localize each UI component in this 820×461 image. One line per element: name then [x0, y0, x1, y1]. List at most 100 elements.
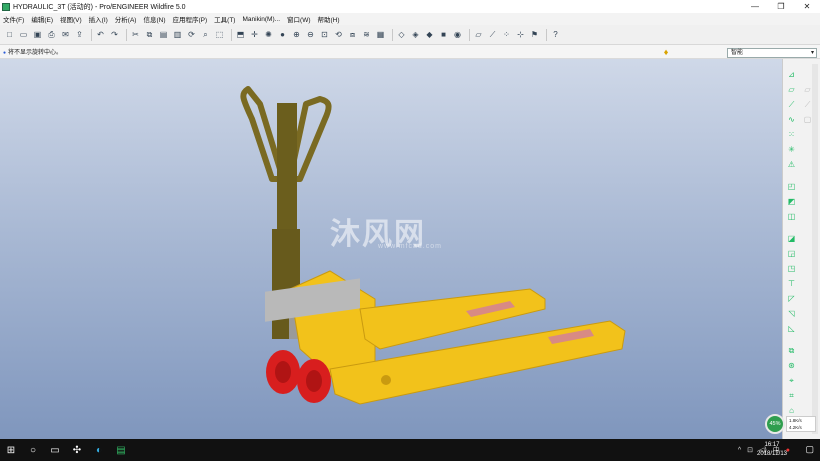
- csys-tool-icon[interactable]: ✳: [786, 144, 797, 155]
- roller-axle: [381, 375, 391, 385]
- lightbulb-icon[interactable]: ♦: [661, 47, 671, 57]
- paste-icon[interactable]: ▤: [158, 29, 169, 40]
- window-controls: — ❐ ✕: [742, 0, 820, 13]
- select-box-icon[interactable]: ⬚: [214, 29, 225, 40]
- close-button[interactable]: ✕: [794, 0, 820, 13]
- redo-icon[interactable]: ↷: [109, 29, 120, 40]
- toolbar-divider: [91, 28, 92, 41]
- zoom-in-icon[interactable]: ⊕: [291, 29, 302, 40]
- save-icon[interactable]: ▣: [32, 29, 43, 40]
- fan-app-icon[interactable]: ✣: [66, 439, 88, 461]
- browser-app-icon[interactable]: ◐: [88, 439, 110, 461]
- datum-axes-icon[interactable]: ⟋: [487, 29, 498, 40]
- appearance-icon[interactable]: ●: [277, 29, 288, 40]
- toolbar-divider: [126, 28, 127, 41]
- analysis-tool-icon[interactable]: ⚠: [786, 159, 797, 170]
- draft-tool-icon[interactable]: ◸: [786, 293, 797, 304]
- copy-icon[interactable]: ⧉: [144, 29, 155, 40]
- plane-tool-icon[interactable]: ▱: [786, 84, 797, 95]
- shell-tool-icon[interactable]: ◹: [786, 308, 797, 319]
- wireframe-icon[interactable]: ◇: [396, 29, 407, 40]
- notification-icon[interactable]: ▢: [805, 444, 814, 455]
- menu-edit[interactable]: 编辑(E): [31, 14, 53, 24]
- rib-tool-icon[interactable]: ⊤: [786, 278, 797, 289]
- no-hidden-icon[interactable]: ◆: [424, 29, 435, 40]
- shading-icon[interactable]: ■: [438, 29, 449, 40]
- hidden-line-icon[interactable]: ◈: [410, 29, 421, 40]
- menu-info[interactable]: 信息(N): [143, 14, 165, 24]
- undo-icon[interactable]: ↶: [95, 29, 106, 40]
- message-area: 将不显示旋转中心。: [0, 45, 820, 59]
- datum-plane-tool-icon[interactable]: ⊿: [786, 69, 797, 80]
- paste-special-icon[interactable]: ▥: [172, 29, 183, 40]
- coordinate-systems-icon[interactable]: ⊹: [515, 29, 526, 40]
- graphics-window[interactable]: 沐风网 www.mfcad.com: [0, 59, 782, 439]
- cortana-icon[interactable]: ○: [22, 439, 44, 461]
- axis-tool-icon[interactable]: ⟋: [786, 99, 797, 110]
- toolbar-divider: [546, 28, 547, 41]
- round-tool-icon[interactable]: ◲: [786, 248, 797, 259]
- hole-tool-icon[interactable]: ◪: [786, 233, 797, 244]
- pattern-tool-icon[interactable]: ⧉: [786, 345, 797, 356]
- view-manager-icon[interactable]: ▦: [375, 29, 386, 40]
- selection-filter-dropdown[interactable]: 智能 ▾: [727, 48, 817, 58]
- memory-gauge: 45%: [765, 414, 785, 434]
- menu-applications[interactable]: 应用程序(P): [173, 14, 208, 24]
- email-icon[interactable]: ✉: [60, 29, 71, 40]
- point-tool-icon[interactable]: ⁙: [786, 129, 797, 140]
- menu-window[interactable]: 窗口(W): [287, 14, 310, 24]
- zoom-out-icon[interactable]: ⊖: [305, 29, 316, 40]
- menu-analysis[interactable]: 分析(A): [115, 14, 137, 24]
- download-speed: 4.2K/s: [789, 425, 802, 430]
- task-view-icon[interactable]: ▭: [44, 439, 66, 461]
- new-file-icon[interactable]: □: [4, 29, 15, 40]
- thicken-tool-icon[interactable]: ⌂: [786, 405, 797, 416]
- maximize-button[interactable]: ❐: [768, 0, 794, 13]
- annotations-icon[interactable]: ⚑: [529, 29, 540, 40]
- minimize-button[interactable]: —: [742, 0, 768, 13]
- enhanced-realism-icon[interactable]: ◉: [452, 29, 463, 40]
- extrude-tool-icon[interactable]: ◩: [786, 196, 797, 207]
- find-icon[interactable]: ⌕: [200, 29, 211, 40]
- menu-bar: 文件(F) 编辑(E) 视图(V) 插入(I) 分析(A) 信息(N) 应用程序…: [0, 13, 820, 25]
- revolve-tool-icon[interactable]: ◫: [786, 211, 797, 222]
- trim-tool-icon[interactable]: ⌖: [786, 375, 797, 386]
- app-icon: [2, 2, 10, 11]
- windows-start-icon[interactable]: ⊞: [0, 439, 22, 461]
- merge-tool-icon[interactable]: ⊛: [786, 360, 797, 371]
- print-icon[interactable]: ⎙: [46, 29, 57, 40]
- mirror-tool-icon[interactable]: ◺: [786, 323, 797, 334]
- proe-app-icon[interactable]: ▤: [110, 439, 132, 461]
- taskbar: ⊞ ○ ▭ ✣ ◐ ▤ ^ ⊡ ◁) 中 ●: [0, 439, 820, 461]
- layers-icon[interactable]: ≋: [361, 29, 372, 40]
- datum-points-icon[interactable]: ⁘: [501, 29, 512, 40]
- menu-help[interactable]: 帮助(H): [318, 14, 340, 24]
- regenerate-icon[interactable]: ⟳: [186, 29, 197, 40]
- vertical-scrollbar[interactable]: [812, 64, 818, 434]
- sketch-tool-icon[interactable]: ◰: [786, 181, 797, 192]
- menu-file[interactable]: 文件(F): [3, 14, 24, 24]
- wheel-hub: [275, 361, 291, 383]
- repaint-icon[interactable]: ⬒: [235, 29, 246, 40]
- curve-tool-icon[interactable]: ∿: [786, 114, 797, 125]
- menu-view[interactable]: 视图(V): [60, 14, 82, 24]
- saved-views-icon[interactable]: ⧈: [347, 29, 358, 40]
- reorient-icon[interactable]: ⟲: [333, 29, 344, 40]
- clock[interactable]: 16:17 2018/12/13: [752, 441, 792, 459]
- menu-tools[interactable]: 工具(T): [214, 14, 235, 24]
- datum-planes-icon[interactable]: ▱: [473, 29, 484, 40]
- cut-icon[interactable]: ✂: [130, 29, 141, 40]
- menu-insert[interactable]: 插入(I): [89, 14, 108, 24]
- menu-manikin[interactable]: Manikin(M)...: [242, 16, 280, 23]
- open-folder-icon[interactable]: ▭: [18, 29, 29, 40]
- offset-tool-icon[interactable]: ⌗: [786, 390, 797, 401]
- clock-time: 16:17: [764, 442, 780, 448]
- spin-center-icon[interactable]: ✛: [249, 29, 260, 40]
- orient-mode-icon[interactable]: ✺: [263, 29, 274, 40]
- send-icon[interactable]: ⇪: [74, 29, 85, 40]
- chevron-up-icon[interactable]: ^: [738, 447, 741, 454]
- context-help-icon[interactable]: ?: [550, 29, 561, 40]
- upload-speed: 1.8K/s: [789, 418, 802, 423]
- chamfer-tool-icon[interactable]: ◳: [786, 263, 797, 274]
- refit-icon[interactable]: ⊡: [319, 29, 330, 40]
